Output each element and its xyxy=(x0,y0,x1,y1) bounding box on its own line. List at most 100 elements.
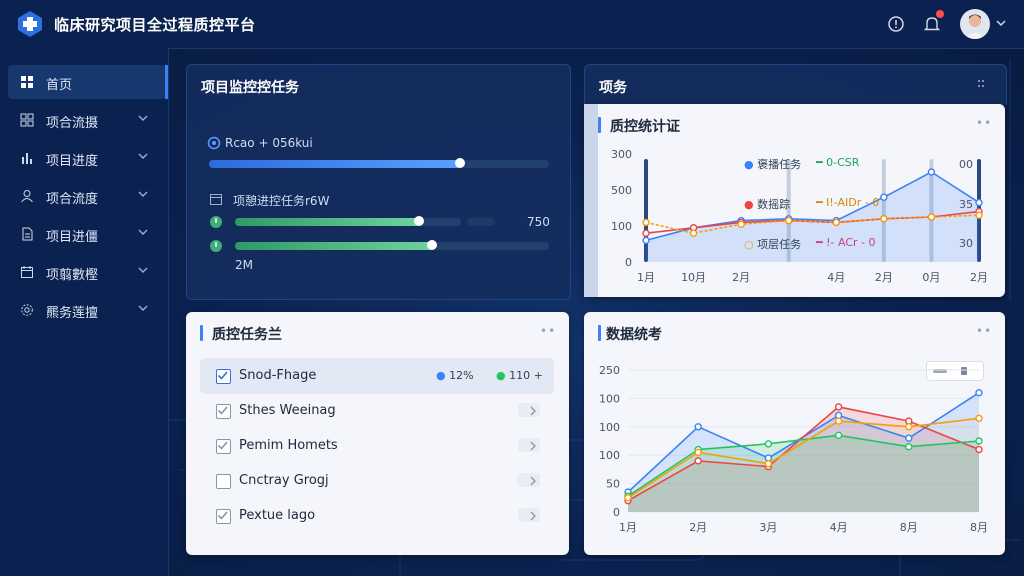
card-title: 项目监控控任务 xyxy=(201,80,299,96)
info-icon[interactable] xyxy=(886,14,906,34)
legend-item: ● 褒播任务 xyxy=(744,158,802,171)
tasks-card: 项务 xyxy=(584,64,1007,105)
checkbox[interactable] xyxy=(216,404,231,419)
sidebar-item-label: 项目进度 xyxy=(46,154,99,169)
user-avatar[interactable] xyxy=(960,9,990,39)
x-tick-label: 3月 xyxy=(759,521,777,534)
row-arrow-button[interactable] xyxy=(518,438,540,452)
task-row[interactable]: Pextue lago xyxy=(200,498,554,534)
x-tick-label: 2月 xyxy=(732,271,750,284)
sidebar-item-3[interactable]: 项合流度 xyxy=(8,179,166,213)
data-point xyxy=(905,442,913,451)
sidebar-item-label: 首页 xyxy=(46,78,73,93)
data-point xyxy=(624,494,632,502)
y-tick-label: 50 xyxy=(606,478,620,491)
sidebar: 首页 项合流摄 项目进度 项合流度 项目进僵 项翦數樫 羆务莲擅 xyxy=(0,48,169,576)
row-arrow-button[interactable] xyxy=(518,473,540,487)
data-point xyxy=(905,434,913,442)
task-row[interactable]: Cnctray Grogj xyxy=(200,463,554,499)
task-label: Sthes Weeinag xyxy=(239,403,336,418)
chevron-down-icon xyxy=(138,153,148,159)
monitor-row2-label: 项憩进控任务r6W xyxy=(233,194,330,208)
app-title: 临床研究项目全过程质控平台 xyxy=(54,16,256,34)
sidebar-item-1[interactable]: 项合流摄 xyxy=(8,103,166,137)
task-label: Pemim Homets xyxy=(239,438,338,453)
sidebar-item-2[interactable]: 项目进度 xyxy=(8,141,166,175)
task-label: Snod-Fhage xyxy=(239,368,317,383)
location-icon xyxy=(207,136,221,150)
grid-icon xyxy=(20,113,34,127)
data-stats-card: 数据统考 •• 0 50 100 100 100 250 1月 2月 3月 4月 8月 8月 xyxy=(584,312,1005,555)
row-arrow-button[interactable] xyxy=(518,508,540,522)
y-tick-label: 100 xyxy=(599,449,620,462)
data-point xyxy=(642,218,650,227)
data-point xyxy=(834,431,843,440)
x-tick-label: 4月 xyxy=(827,271,845,284)
gear-icon xyxy=(21,304,33,316)
x-tick-label: 0月 xyxy=(922,271,940,284)
progress-fill xyxy=(235,240,437,250)
dashboard-icon xyxy=(21,76,33,88)
data-point xyxy=(642,229,650,237)
card-title: 质控任务兰 xyxy=(212,327,282,343)
monitor-progress-2-remainder xyxy=(467,218,495,226)
sidebar-item-home[interactable]: 首页 xyxy=(8,65,168,99)
legend-item: ━ I!-AIDr - 0 xyxy=(816,196,880,209)
x-tick-label: 2月 xyxy=(689,521,707,534)
notification-badge xyxy=(936,10,944,18)
progress-fill xyxy=(235,216,425,226)
x-tick-label: 8月 xyxy=(900,521,918,534)
checkbox[interactable] xyxy=(216,439,231,454)
document-icon xyxy=(22,227,33,241)
monitor-row1-label: Rcao + 056kui xyxy=(225,136,313,150)
data-point xyxy=(642,236,650,245)
x-tick-label: 8月 xyxy=(970,521,988,534)
data-stats-chart: 0 50 100 100 100 250 1月 2月 3月 4月 8月 8月 xyxy=(599,364,988,534)
chevron-down-icon[interactable] xyxy=(996,19,1006,27)
y-tick-label: 100 xyxy=(599,421,620,434)
chart-bars-icon xyxy=(22,153,32,164)
checkbox[interactable] xyxy=(216,369,231,384)
data-point xyxy=(694,448,702,457)
monitor-progress-1 xyxy=(209,158,549,168)
data-point xyxy=(975,437,983,445)
sidebar-item-6[interactable]: 羆务莲擅 xyxy=(8,293,166,327)
data-point xyxy=(905,423,913,431)
task-row[interactable]: Snod-Fhage ● 12% ● 110 + xyxy=(200,358,554,394)
task-row[interactable]: Pemim Homets xyxy=(200,428,554,464)
y-tick-label: 0 xyxy=(613,506,620,519)
series-area xyxy=(628,418,979,512)
sidebar-item-label: 项合流摄 xyxy=(46,116,99,131)
x-tick-label: 1月 xyxy=(637,271,655,284)
checkbox[interactable] xyxy=(216,509,231,524)
data-point xyxy=(764,460,773,468)
x-tick-label: 1月 xyxy=(619,521,637,534)
monitor-footer: 2M xyxy=(235,258,253,272)
chevron-down-icon xyxy=(138,191,148,197)
sidebar-item-5[interactable]: 项翦數樫 xyxy=(8,255,166,289)
y-tick-label: 0 xyxy=(625,256,632,269)
active-indicator xyxy=(165,65,168,99)
data-point xyxy=(975,414,983,422)
monitor-card: 项目监控控任务 Rcao + 056kui 项憩进控任务r6W 750 2M xyxy=(186,64,571,300)
task-label: Cnctray Grogj xyxy=(239,473,329,488)
y-tick-label: 500 xyxy=(611,184,632,197)
chevron-down-icon xyxy=(138,267,148,273)
more-icon[interactable]: •• xyxy=(540,324,556,338)
stats-right-label: 35 xyxy=(959,198,973,211)
data-point xyxy=(975,389,983,397)
top-bar: 临床研究项目全过程质控平台 xyxy=(0,0,1024,49)
stats-right-label: 30 xyxy=(959,237,973,250)
sidebar-item-label: 项目进僵 xyxy=(46,230,99,245)
task-row[interactable]: Sthes Weeinag xyxy=(200,393,554,429)
more-icon[interactable] xyxy=(977,79,989,89)
data-point xyxy=(694,423,702,431)
data-point xyxy=(694,457,702,465)
sidebar-item-label: 项合流度 xyxy=(46,192,99,207)
sidebar-item-4[interactable]: 项目进僵 xyxy=(8,217,166,251)
checkbox[interactable] xyxy=(216,474,231,489)
y-tick-label: 300 xyxy=(611,148,632,161)
data-point xyxy=(834,417,843,425)
stats-card: 质控统计证 •• 0 100 500 300 1月 10月 2月 4月 2月 0月 2月 ● 褒播任… xyxy=(584,104,1005,297)
row-arrow-button[interactable] xyxy=(518,403,540,417)
